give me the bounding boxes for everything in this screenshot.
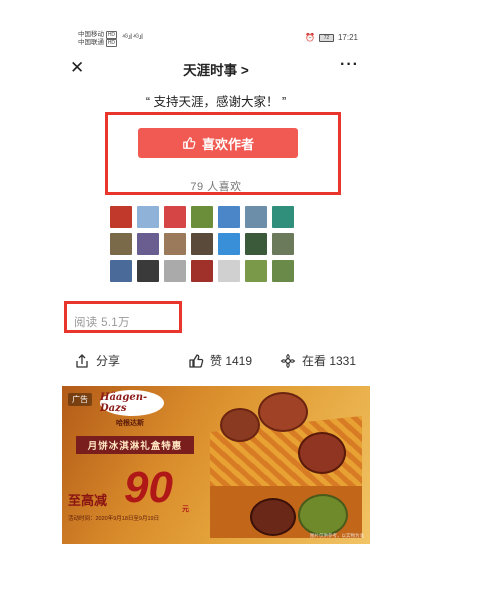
zan-button[interactable]: 赞 1419 [188, 352, 252, 369]
mooncake-image [298, 494, 348, 536]
ad-amount: 90 [124, 463, 173, 512]
clock: 17:21 [337, 33, 358, 42]
ad-tag[interactable]: 广告 [68, 393, 92, 406]
avatar-empty [299, 260, 321, 282]
ad-date: 活动时间：2020年9月18日至9月19日 [68, 516, 160, 522]
mooncake-image [298, 432, 346, 474]
avatar[interactable] [272, 260, 294, 282]
view-label: 在看 1331 [302, 354, 357, 368]
avatar[interactable] [137, 206, 159, 228]
nav-bar: ✕ 天涯时事 > ··· [60, 56, 372, 84]
brand-name: Häagen-Dazs [100, 392, 148, 414]
avatar[interactable] [245, 260, 267, 282]
zan-label: 赞 1419 [210, 354, 253, 368]
status-bar: 中国移动 HD 中国联通 HD ⁴ᴳ.ıl ⁴ᴳ.ıl ⏰ 72 17:21 [60, 28, 372, 50]
avatar[interactable] [164, 206, 186, 228]
avatar[interactable] [272, 233, 294, 255]
avatar[interactable] [110, 233, 132, 255]
battery-icon: 72 [318, 33, 334, 42]
carrier-info: 中国移动 HD 中国联通 HD [78, 31, 118, 47]
avatar-empty [299, 233, 321, 255]
highlight-box-read [64, 301, 182, 333]
ad-save-label: 至高减 [68, 493, 108, 508]
ad-disclaimer: 图片仅供参考，以实物为准 [310, 533, 364, 538]
flower-icon [280, 353, 296, 368]
avatar[interactable] [191, 233, 213, 255]
brand-logo: Häagen-Dazs [100, 390, 164, 416]
more-icon[interactable]: ··· [340, 56, 359, 74]
alarm-icon: ⏰ [305, 33, 315, 42]
mooncake-image [250, 498, 296, 536]
avatar[interactable] [164, 260, 186, 282]
ad-unit: 元 [182, 506, 189, 513]
status-right: ⏰ 72 17:21 [305, 33, 358, 42]
carrier2-label: 中国联通 [78, 39, 104, 46]
carrier1-label: 中国移动 [78, 31, 104, 38]
avatar[interactable] [110, 206, 132, 228]
view-button[interactable]: 在看 1331 [280, 352, 356, 369]
avatar[interactable] [191, 260, 213, 282]
avatar-grid [110, 206, 328, 282]
avatar[interactable] [245, 233, 267, 255]
brand-subtitle: 哈根达斯 [116, 420, 144, 427]
thumbs-up-icon [189, 353, 204, 368]
avatar-empty [299, 206, 321, 228]
avatar[interactable] [137, 260, 159, 282]
avatar[interactable] [137, 233, 159, 255]
avatar[interactable] [218, 260, 240, 282]
avatar[interactable] [218, 206, 240, 228]
avatar[interactable] [218, 233, 240, 255]
carrier2-hd-badge: HD [105, 39, 118, 47]
avatar[interactable] [272, 206, 294, 228]
phone-screen: 中国移动 HD 中国联通 HD ⁴ᴳ.ıl ⁴ᴳ.ıl ⏰ 72 17:21 ✕… [60, 28, 372, 558]
highlight-box-like [105, 112, 341, 195]
share-label: 分享 [96, 354, 121, 368]
avatar[interactable] [245, 206, 267, 228]
page-title[interactable]: 天涯时事 > [60, 59, 372, 79]
avatar[interactable] [191, 206, 213, 228]
mooncake-image [258, 392, 308, 432]
ad-headline: 月饼冰淇淋礼盒特惠 [76, 436, 194, 454]
avatar[interactable] [110, 260, 132, 282]
share-icon [76, 353, 88, 368]
avatar[interactable] [164, 233, 186, 255]
carrier1-hd-badge: HD [105, 31, 118, 39]
advertisement-banner[interactable]: 广告 Häagen-Dazs 哈根达斯 月饼冰淇淋礼盒特惠 90 至高减 元 活… [62, 386, 370, 544]
signal-icon: ⁴ᴳ.ıl ⁴ᴳ.ıl [122, 34, 143, 41]
share-button[interactable]: 分享 [74, 352, 120, 369]
mooncake-image [220, 408, 260, 442]
action-bar: 分享 赞 1419 在看 1331 [60, 350, 372, 372]
author-quote: “ 支持天涯，感谢大家！ ” [145, 95, 287, 109]
